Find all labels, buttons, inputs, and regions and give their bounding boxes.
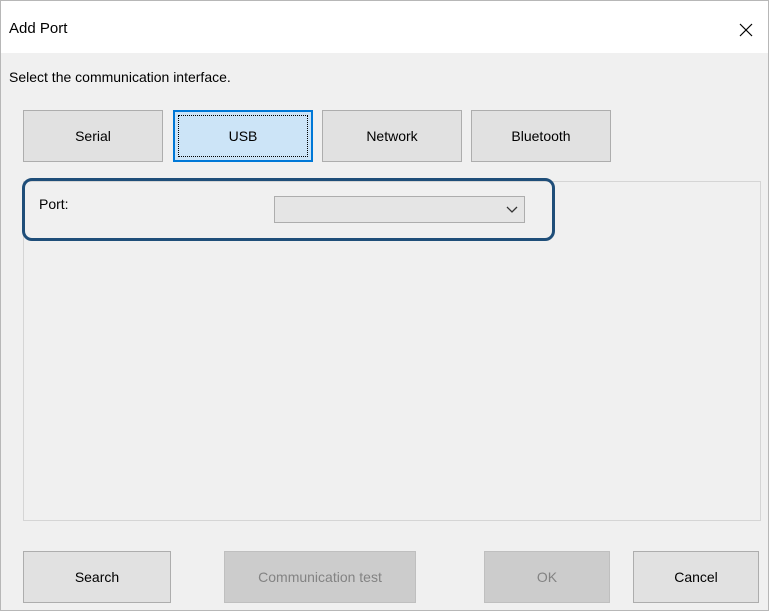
search-button[interactable]: Search	[23, 551, 171, 603]
title-bar: Add Port	[1, 1, 768, 53]
network-button[interactable]: Network	[322, 110, 462, 162]
focus-ring	[178, 115, 308, 157]
port-highlight-callout	[22, 178, 555, 241]
bluetooth-button-label: Bluetooth	[511, 128, 571, 144]
serial-button[interactable]: Serial	[23, 110, 163, 162]
serial-button-label: Serial	[75, 128, 111, 144]
network-button-label: Network	[366, 128, 418, 144]
add-port-dialog: Add Port Select the communication interf…	[0, 0, 769, 611]
usb-button[interactable]: USB	[173, 110, 313, 162]
ok-button[interactable]: OK	[484, 551, 610, 603]
ok-button-label: OK	[536, 569, 558, 585]
communication-test-button[interactable]: Communication test	[224, 551, 416, 603]
cancel-button[interactable]: Cancel	[633, 551, 759, 603]
search-button-label: Search	[74, 569, 120, 585]
cancel-button-label: Cancel	[674, 569, 718, 585]
communication-test-label: Communication test	[258, 569, 382, 585]
close-button[interactable]	[724, 9, 768, 51]
instruction-text: Select the communication interface.	[9, 69, 231, 85]
close-icon	[739, 23, 753, 37]
bluetooth-button[interactable]: Bluetooth	[471, 110, 611, 162]
window-title: Add Port	[9, 20, 68, 37]
